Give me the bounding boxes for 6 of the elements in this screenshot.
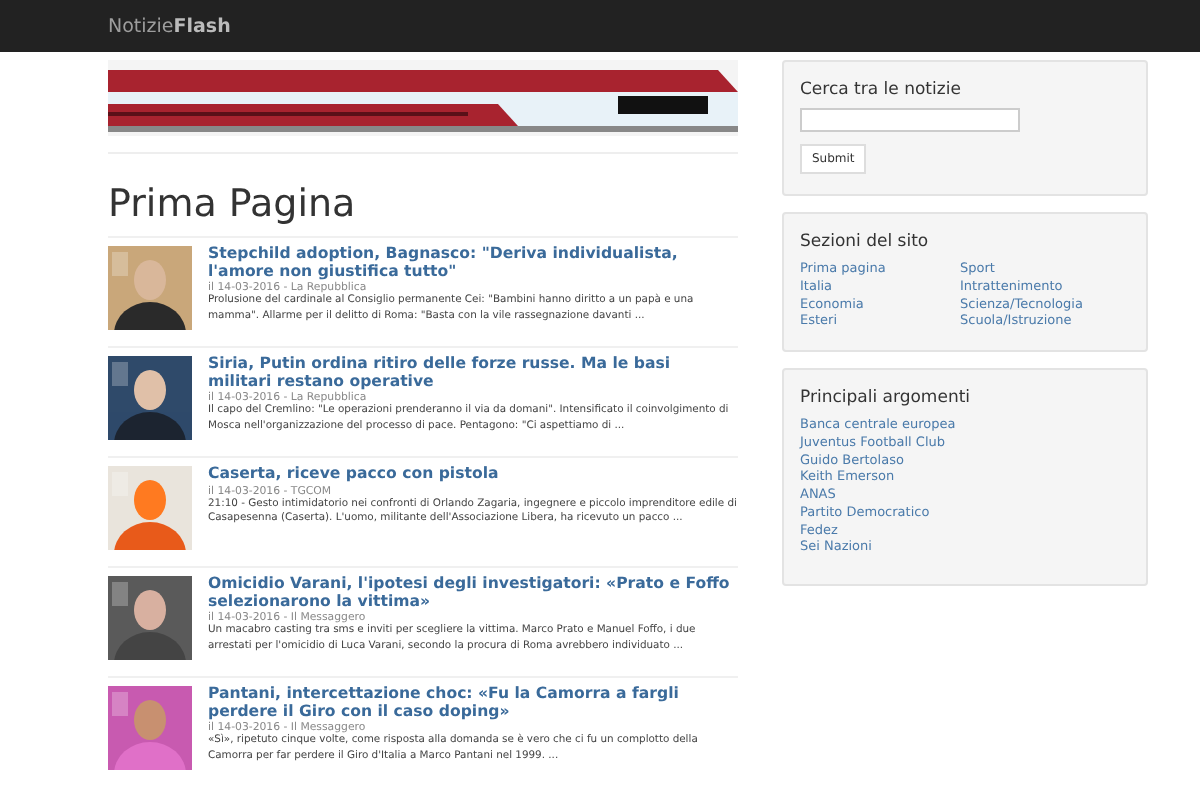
search-field[interactable] <box>800 108 1020 132</box>
page-heading: Prima Pagina <box>108 182 358 226</box>
panel-title: Cerca tra le notizie <box>800 80 963 100</box>
site-logo[interactable]: NotizieFlash <box>108 15 231 37</box>
panel-title: Sezioni del sito <box>800 232 931 252</box>
panel-title: Principali argomenti <box>800 388 973 409</box>
